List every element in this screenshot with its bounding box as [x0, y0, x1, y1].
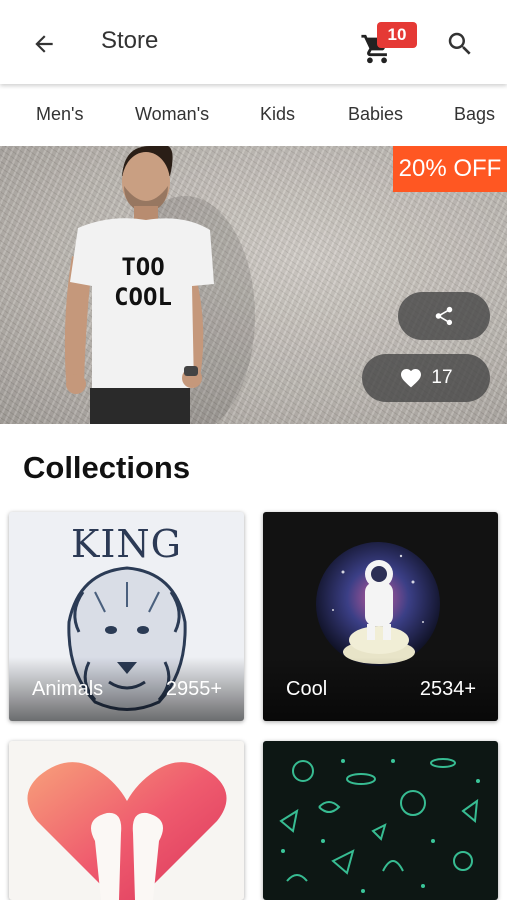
tab-mens[interactable]: Men's: [36, 104, 83, 125]
tab-kids[interactable]: Kids: [260, 104, 295, 125]
heart-artwork: [27, 762, 227, 900]
discount-badge: 20% OFF: [393, 146, 507, 192]
heart-icon: [401, 369, 422, 388]
collection-card-space[interactable]: [263, 741, 498, 900]
search-icon: [448, 32, 471, 55]
share-button[interactable]: [398, 292, 490, 340]
collection-count: 2955+: [165, 678, 222, 700]
collection-count: 2534+: [419, 678, 476, 700]
tab-bags[interactable]: Bags: [454, 104, 495, 125]
collection-card-animals[interactable]: KING Animals 2955+: [9, 512, 244, 721]
cart-count-badge: 10: [377, 22, 417, 48]
like-button[interactable]: 17: [362, 354, 490, 402]
space-pattern-artwork: [279, 758, 480, 893]
tab-womans[interactable]: Woman's: [135, 104, 209, 125]
back-button[interactable]: [22, 22, 66, 66]
tab-babies[interactable]: Babies: [348, 104, 403, 125]
section-title-collections: Collections: [23, 450, 191, 485]
shirt-print-text: TOO COOL: [114, 253, 172, 311]
collection-card-cool[interactable]: Cool 2534+: [263, 512, 498, 721]
app-bar: Store 10: [0, 0, 507, 84]
collection-card-heart[interactable]: [9, 741, 244, 900]
like-count: 17: [431, 367, 453, 388]
collection-label: Animals: [32, 678, 104, 700]
arrow-left-icon: [35, 35, 53, 53]
page-title: Store: [101, 27, 159, 54]
collection-label: Cool: [286, 678, 328, 700]
category-tabs: Men's Woman's Kids Babies Bags: [0, 84, 507, 146]
promo-banner[interactable]: TOO COOL 20% OFF 17: [0, 146, 507, 424]
share-icon: [435, 306, 453, 326]
search-button[interactable]: [438, 22, 482, 66]
